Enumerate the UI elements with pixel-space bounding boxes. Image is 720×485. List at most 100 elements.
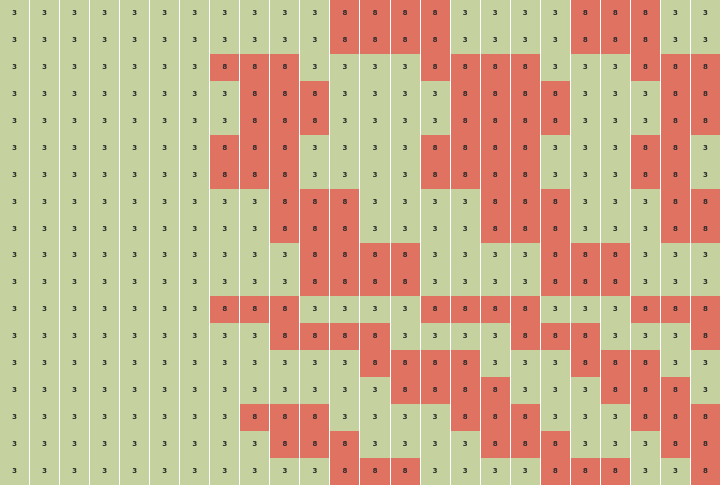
grid-cell[interactable]: 3 bbox=[30, 26, 60, 54]
grid-cell[interactable]: 3 bbox=[90, 269, 120, 297]
grid-cell[interactable]: 8 bbox=[690, 404, 720, 432]
grid-cell[interactable]: 3 bbox=[150, 377, 180, 405]
grid-cell[interactable]: 3 bbox=[540, 53, 570, 81]
grid-cell[interactable]: 8 bbox=[690, 458, 720, 485]
grid-cell[interactable]: 3 bbox=[540, 161, 570, 189]
grid-cell[interactable]: 8 bbox=[570, 323, 600, 351]
grid-cell[interactable]: 3 bbox=[360, 53, 390, 81]
grid-cell[interactable]: 3 bbox=[540, 377, 570, 405]
grid-cell[interactable]: 8 bbox=[690, 431, 720, 459]
grid-cell[interactable]: 3 bbox=[360, 161, 390, 189]
grid-cell[interactable]: 3 bbox=[660, 458, 690, 485]
grid-cell[interactable]: 8 bbox=[330, 269, 360, 297]
grid-cell[interactable]: 3 bbox=[150, 53, 180, 81]
grid-cell[interactable]: 8 bbox=[270, 134, 300, 162]
grid-cell[interactable]: 3 bbox=[60, 431, 90, 459]
grid-cell[interactable]: 8 bbox=[480, 215, 510, 243]
grid-cell[interactable]: 3 bbox=[480, 26, 510, 54]
grid-cell[interactable]: 8 bbox=[570, 242, 600, 270]
grid-cell[interactable]: 3 bbox=[630, 323, 660, 351]
grid-cell[interactable]: 3 bbox=[210, 80, 240, 108]
grid-cell[interactable]: 8 bbox=[270, 404, 300, 432]
grid-cell[interactable]: 3 bbox=[120, 404, 150, 432]
grid-cell[interactable]: 3 bbox=[90, 215, 120, 243]
grid-cell[interactable]: 3 bbox=[570, 431, 600, 459]
grid-cell[interactable]: 3 bbox=[180, 161, 210, 189]
grid-cell[interactable]: 8 bbox=[240, 404, 270, 432]
grid-cell[interactable]: 3 bbox=[300, 134, 330, 162]
grid-cell[interactable]: 8 bbox=[660, 377, 690, 405]
grid-cell[interactable]: 3 bbox=[180, 296, 210, 324]
grid-cell[interactable]: 8 bbox=[480, 53, 510, 81]
grid-cell[interactable]: 3 bbox=[690, 377, 720, 405]
grid-cell[interactable]: 3 bbox=[660, 26, 690, 54]
grid-cell[interactable]: 8 bbox=[630, 404, 660, 432]
grid-cell[interactable]: 3 bbox=[300, 458, 330, 485]
grid-cell[interactable]: 3 bbox=[360, 404, 390, 432]
grid-cell[interactable]: 8 bbox=[630, 296, 660, 324]
grid-cell[interactable]: 8 bbox=[420, 377, 450, 405]
grid-cell[interactable]: 8 bbox=[330, 242, 360, 270]
grid-cell[interactable]: 3 bbox=[150, 80, 180, 108]
grid-cell[interactable]: 8 bbox=[510, 134, 540, 162]
grid-cell[interactable]: 3 bbox=[120, 215, 150, 243]
grid-cell[interactable]: 8 bbox=[240, 80, 270, 108]
grid-cell[interactable]: 3 bbox=[90, 431, 120, 459]
grid-cell[interactable]: 8 bbox=[270, 431, 300, 459]
grid-cell[interactable]: 3 bbox=[0, 161, 30, 189]
grid-cell[interactable]: 8 bbox=[690, 323, 720, 351]
grid-cell[interactable]: 3 bbox=[60, 323, 90, 351]
grid-cell[interactable]: 3 bbox=[180, 404, 210, 432]
grid-cell[interactable]: 3 bbox=[510, 458, 540, 485]
grid-cell[interactable]: 8 bbox=[540, 107, 570, 135]
grid-cell[interactable]: 8 bbox=[480, 80, 510, 108]
grid-cell[interactable]: 3 bbox=[630, 242, 660, 270]
grid-cell[interactable]: 3 bbox=[480, 0, 510, 27]
grid-cell[interactable]: 3 bbox=[330, 161, 360, 189]
grid-cell[interactable]: 8 bbox=[270, 53, 300, 81]
grid-cell[interactable]: 3 bbox=[330, 134, 360, 162]
grid-cell[interactable]: 3 bbox=[510, 242, 540, 270]
grid-cell[interactable]: 8 bbox=[450, 80, 480, 108]
grid-cell[interactable]: 3 bbox=[210, 26, 240, 54]
grid-cell[interactable]: 8 bbox=[660, 404, 690, 432]
grid-cell[interactable]: 8 bbox=[420, 53, 450, 81]
grid-cell[interactable]: 8 bbox=[630, 26, 660, 54]
grid-cell[interactable]: 3 bbox=[90, 350, 120, 378]
grid-cell[interactable]: 3 bbox=[60, 134, 90, 162]
grid-cell[interactable]: 3 bbox=[150, 0, 180, 27]
grid-cell[interactable]: 8 bbox=[390, 458, 420, 485]
grid-cell[interactable]: 3 bbox=[570, 107, 600, 135]
grid-cell[interactable]: 3 bbox=[90, 107, 120, 135]
grid-cell[interactable]: 8 bbox=[270, 215, 300, 243]
grid-cell[interactable]: 3 bbox=[600, 323, 630, 351]
grid-cell[interactable]: 3 bbox=[30, 323, 60, 351]
grid-cell[interactable]: 3 bbox=[510, 0, 540, 27]
grid-cell[interactable]: 3 bbox=[120, 161, 150, 189]
grid-cell[interactable]: 3 bbox=[390, 215, 420, 243]
grid-cell[interactable]: 3 bbox=[0, 242, 30, 270]
grid-cell[interactable]: 8 bbox=[510, 404, 540, 432]
grid-cell[interactable]: 8 bbox=[480, 404, 510, 432]
grid-cell[interactable]: 8 bbox=[360, 458, 390, 485]
grid-cell[interactable]: 8 bbox=[600, 26, 630, 54]
grid-cell[interactable]: 8 bbox=[630, 53, 660, 81]
grid-cell[interactable]: 3 bbox=[690, 269, 720, 297]
grid-cell[interactable]: 8 bbox=[630, 0, 660, 27]
grid-cell[interactable]: 3 bbox=[60, 404, 90, 432]
grid-cell[interactable]: 3 bbox=[180, 134, 210, 162]
grid-cell[interactable]: 3 bbox=[30, 80, 60, 108]
grid-cell[interactable]: 3 bbox=[570, 377, 600, 405]
grid-cell[interactable]: 3 bbox=[240, 269, 270, 297]
grid-cell[interactable]: 8 bbox=[660, 80, 690, 108]
grid-cell[interactable]: 3 bbox=[450, 242, 480, 270]
grid-cell[interactable]: 8 bbox=[330, 188, 360, 216]
grid-cell[interactable]: 3 bbox=[570, 134, 600, 162]
grid-cell[interactable]: 3 bbox=[60, 296, 90, 324]
grid-cell[interactable]: 8 bbox=[390, 350, 420, 378]
grid-cell[interactable]: 8 bbox=[210, 53, 240, 81]
grid-cell[interactable]: 3 bbox=[0, 431, 30, 459]
grid-cell[interactable]: 3 bbox=[0, 404, 30, 432]
grid-cell[interactable]: 3 bbox=[30, 269, 60, 297]
grid-cell[interactable]: 8 bbox=[390, 377, 420, 405]
